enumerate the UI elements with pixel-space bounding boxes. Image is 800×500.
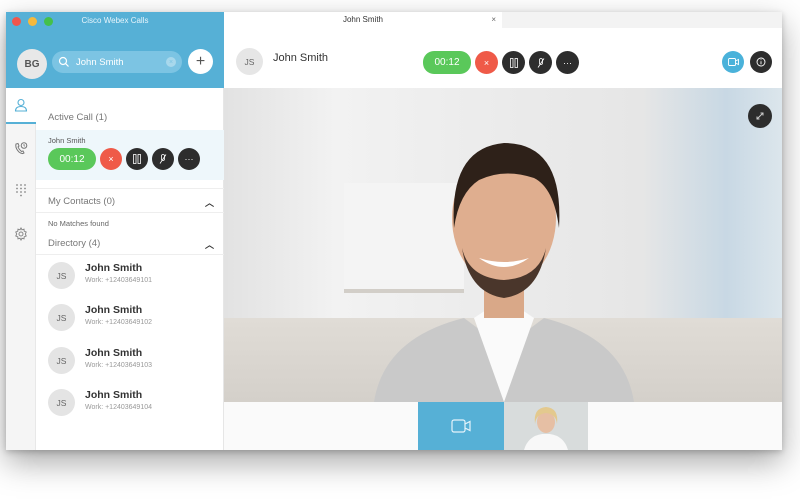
self-view-image: [524, 407, 568, 450]
clear-search-icon[interactable]: ×: [166, 57, 176, 67]
more-icon: ···: [184, 154, 194, 164]
app-window: Cisco Webex Calls BG John Smith × + Acti…: [6, 12, 782, 450]
person-icon: [14, 98, 28, 112]
directory-contact[interactable]: JS John Smith Work: +12403649101: [48, 260, 218, 294]
remote-participant-image: [374, 143, 634, 402]
info-icon: [756, 57, 766, 67]
contact-avatar: JS: [48, 304, 75, 331]
app-title: Cisco Webex Calls: [81, 16, 149, 25]
expand-icon: [756, 112, 764, 120]
search-input[interactable]: John Smith ×: [52, 51, 182, 73]
active-call-heading: Active Call (1): [48, 112, 108, 123]
search-icon: [58, 56, 69, 67]
active-call-item[interactable]: John Smith 00:12 × ···: [36, 130, 224, 180]
directory-heading[interactable]: Directory (4): [48, 238, 100, 249]
tab-call[interactable]: John Smith ×: [224, 12, 502, 28]
pause-icon: [133, 154, 141, 164]
tab-bar: John Smith ×: [224, 12, 782, 28]
rail-item-calls[interactable]: [6, 130, 36, 166]
divider: [36, 188, 224, 189]
peer-name: John Smith: [273, 52, 329, 64]
contact-list: Active Call (1) John Smith 00:12 × ··· M…: [36, 88, 224, 450]
more-options-button[interactable]: ···: [556, 51, 579, 74]
hold-button[interactable]: [126, 148, 148, 170]
call-header-actions: [722, 51, 772, 73]
phone-history-icon: [15, 142, 28, 155]
pause-icon: [509, 57, 518, 68]
my-contacts-heading[interactable]: My Contacts (0): [48, 196, 115, 207]
rail-item-dialpad[interactable]: [6, 172, 36, 208]
more-icon: ···: [563, 57, 572, 68]
left-panel: Cisco Webex Calls BG John Smith × + Acti…: [6, 12, 224, 450]
active-call-name: John Smith: [48, 136, 86, 145]
info-button[interactable]: [750, 51, 772, 73]
video-thumbnails: [224, 402, 782, 450]
tab-label: John Smith: [342, 15, 384, 24]
self-view-tile[interactable]: [504, 402, 588, 450]
contact-phone: Work: +12403649102: [85, 319, 153, 326]
hold-button[interactable]: [502, 51, 525, 74]
peer-avatar: JS: [236, 48, 263, 75]
rail-item-contacts[interactable]: [6, 88, 36, 124]
contact-name: John Smith: [85, 389, 143, 401]
contact-avatar: JS: [48, 389, 75, 416]
contact-name: John Smith: [85, 347, 143, 359]
active-call-controls: 00:12 × ···: [48, 148, 200, 170]
mute-button[interactable]: [152, 148, 174, 170]
user-avatar[interactable]: BG: [17, 49, 47, 79]
contact-avatar: JS: [48, 262, 75, 289]
camera-toggle-tile[interactable]: [418, 402, 504, 450]
contact-phone: Work: +12403649101: [85, 277, 153, 284]
directory-contact[interactable]: JS John Smith Work: +12403649102: [48, 302, 218, 336]
tab-close-icon[interactable]: ×: [491, 12, 496, 28]
contact-avatar: JS: [48, 347, 75, 374]
contact-name: John Smith: [85, 262, 143, 274]
mute-button[interactable]: [529, 51, 552, 74]
directory-contact[interactable]: JS John Smith Work: +12403649103: [48, 345, 218, 379]
chevron-up-icon[interactable]: ︿: [205, 238, 214, 251]
left-header: Cisco Webex Calls BG John Smith × +: [6, 12, 224, 88]
rail-item-settings[interactable]: [6, 216, 36, 252]
divider: [36, 254, 224, 255]
mic-off-icon: [537, 57, 544, 68]
video-camera-icon: [451, 419, 471, 433]
call-panel: John Smith × JS John Smith 00:12 × ···: [224, 12, 782, 450]
contact-name: John Smith: [85, 304, 143, 316]
dialpad-icon: [16, 184, 26, 197]
fullscreen-button[interactable]: [748, 104, 772, 128]
close-icon: ×: [483, 57, 490, 68]
nav-rail: [6, 88, 36, 450]
video-toggle-button[interactable]: [722, 51, 744, 73]
more-options-button[interactable]: ···: [178, 148, 200, 170]
contact-phone: Work: +12403649103: [85, 362, 153, 369]
call-timer: 00:12: [423, 51, 471, 74]
directory-contact[interactable]: JS John Smith Work: +12403649104: [48, 387, 218, 421]
chevron-up-icon[interactable]: ︿: [205, 196, 214, 209]
remote-video: [224, 88, 782, 402]
gear-icon: [15, 227, 27, 241]
contact-phone: Work: +12403649104: [85, 404, 153, 411]
call-timer: 00:12: [48, 148, 96, 170]
end-call-button[interactable]: ×: [475, 51, 498, 74]
screen: Cisco Webex Calls BG John Smith × + Acti…: [0, 0, 800, 500]
end-call-button[interactable]: ×: [100, 148, 122, 170]
call-controls: 00:12 × ···: [423, 51, 579, 74]
search-value: John Smith: [76, 56, 124, 68]
mic-off-icon: [159, 154, 167, 164]
no-matches-text: No Matches found: [48, 219, 109, 228]
divider: [36, 212, 224, 213]
video-camera-icon: [727, 58, 739, 66]
add-button[interactable]: +: [188, 49, 213, 74]
close-icon: ×: [108, 154, 114, 164]
call-header: JS John Smith 00:12 × ···: [224, 28, 782, 88]
